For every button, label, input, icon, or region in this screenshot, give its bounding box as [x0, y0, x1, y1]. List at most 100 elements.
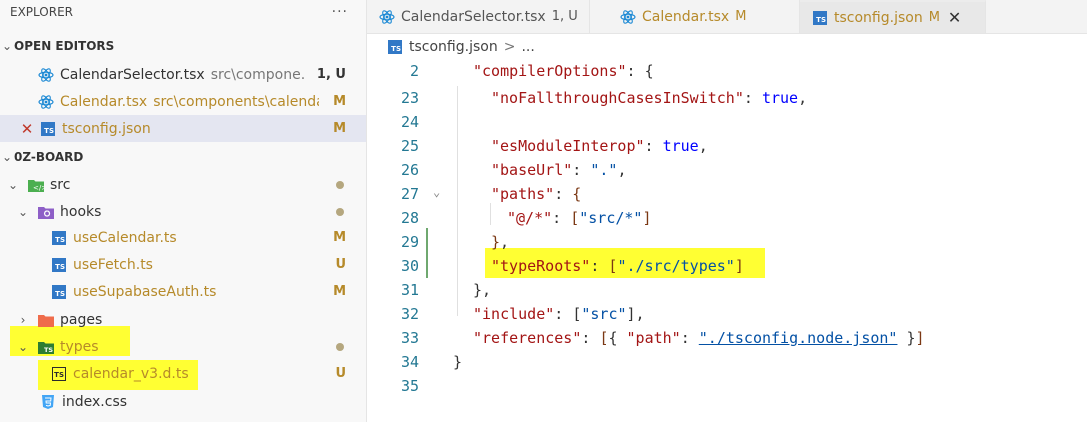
- line-number: 26: [400, 161, 419, 179]
- more-actions-icon[interactable]: ···: [332, 4, 348, 20]
- json-link-value[interactable]: "./tsconfig.node.json": [699, 329, 898, 347]
- open-editors-title: OPEN EDITORS: [14, 39, 115, 53]
- indent-guide: [490, 203, 491, 225]
- tab-status: 1, U: [551, 9, 578, 24]
- react-icon: [38, 67, 54, 83]
- git-change-indicator: [426, 228, 428, 278]
- json-key: "compilerOptions": [473, 62, 627, 80]
- tree-item-usecalendar[interactable]: TS useCalendar.ts M: [0, 224, 366, 251]
- line-number: 29: [400, 233, 419, 251]
- tree-item-label: useSupabaseAuth.ts: [73, 283, 217, 300]
- tree-item-label: useCalendar.ts: [73, 229, 177, 246]
- breadcrumb-separator: >: [503, 39, 516, 55]
- fold-chevron-icon[interactable]: ⌄: [433, 185, 440, 199]
- json-key: "esModuleInterop": [491, 137, 645, 155]
- code-line: "noFallthroughCasesInSwitch": true,: [491, 89, 808, 107]
- typescript-file-icon: TS: [51, 230, 67, 246]
- code-line: "esModuleInterop": true,: [491, 137, 708, 155]
- chevron-down-icon: ⌄: [7, 177, 19, 192]
- open-editor-label: Calendar.tsx: [60, 93, 148, 110]
- json-value: "./src/types": [617, 257, 735, 275]
- tree-item-src[interactable]: ⌄ </> src: [0, 171, 366, 198]
- tree-item-types[interactable]: ⌄ TS types: [0, 333, 366, 360]
- line-number: 30: [400, 257, 419, 275]
- code-line: "compilerOptions": {: [473, 62, 654, 80]
- tab-label: Calendar.tsx: [642, 8, 730, 25]
- modified-dot: [336, 207, 344, 216]
- tab-label: tsconfig.json: [834, 9, 923, 26]
- breadcrumb-file[interactable]: tsconfig.json: [409, 39, 498, 55]
- json-key: "path": [626, 329, 681, 347]
- css-file-icon: [40, 394, 56, 410]
- line-number: 32: [400, 305, 419, 323]
- open-editor-calendarselector[interactable]: CalendarSelector.tsx src\compone... 1, U: [0, 61, 366, 88]
- chevron-down-icon: ⌄: [17, 204, 29, 219]
- tab-calendar[interactable]: Calendar.tsx M: [590, 0, 800, 33]
- tree-item-calendar-v3[interactable]: TS calendar_v3.d.ts U: [0, 360, 366, 387]
- close-icon[interactable]: ✕: [18, 120, 36, 138]
- modified-dot: [336, 342, 344, 351]
- typescript-file-icon: TS: [51, 366, 67, 382]
- tab-status: M: [735, 9, 747, 24]
- tree-item-usefetch[interactable]: TS useFetch.ts U: [0, 251, 366, 278]
- code-line: "typeRoots": ["./src/types"]: [491, 257, 744, 275]
- open-editors-section[interactable]: ⌄ OPEN EDITORS: [0, 34, 366, 58]
- types-folder-icon: TS: [38, 339, 54, 355]
- explorer-sidebar: EXPLORER ··· ⌄ OPEN EDITORS CalendarSele…: [0, 0, 367, 422]
- tree-item-label: pages: [60, 311, 103, 328]
- chevron-down-icon: ⌄: [17, 339, 29, 354]
- json-key: "baseUrl": [491, 161, 573, 179]
- tree-item-index-css[interactable]: index.css: [0, 388, 366, 415]
- vscode-window: EXPLORER ··· ⌄ OPEN EDITORS CalendarSele…: [0, 0, 1087, 422]
- open-editor-calendar[interactable]: Calendar.tsx src\components\calendar M: [0, 88, 366, 115]
- breadcrumb-rest[interactable]: ...: [521, 39, 534, 55]
- breadcrumb: TS tsconfig.json > ...: [367, 34, 1087, 60]
- code-line: "include": ["src"],: [473, 305, 645, 323]
- tree-item-label: calendar_v3.d.ts: [73, 365, 189, 382]
- status-badge: M: [333, 284, 346, 299]
- code-line: "references": [{ "path": "./tsconfig.nod…: [473, 329, 925, 347]
- chevron-down-icon: ⌄: [1, 150, 13, 164]
- status-badge: M: [333, 94, 346, 109]
- code-line: "baseUrl": ".",: [491, 161, 627, 179]
- status-badge: M: [333, 230, 346, 245]
- code-line: "paths": {: [491, 185, 582, 203]
- tree-item-label: src: [50, 176, 71, 193]
- open-editor-label: tsconfig.json: [62, 120, 151, 137]
- project-title: 0Z-BOARD: [14, 150, 84, 164]
- json-key: "references": [473, 329, 582, 347]
- line-number: 33: [400, 329, 419, 347]
- tree-item-usesupabaseauth[interactable]: TS useSupabaseAuth.ts M: [0, 278, 366, 305]
- json-key: "typeRoots": [491, 257, 591, 275]
- code-line: },: [473, 281, 492, 299]
- line-number: 27: [400, 185, 419, 203]
- json-value: ".": [590, 161, 618, 179]
- code-line: "@/*": ["src/*"]: [507, 209, 652, 227]
- line-number: 23: [400, 89, 419, 107]
- json-key: "@/*": [507, 209, 553, 227]
- line-number: 34: [400, 353, 419, 371]
- tree-item-label: types: [60, 338, 99, 355]
- json-value: "src": [581, 305, 627, 323]
- tab-calendarselector[interactable]: CalendarSelector.tsx 1, U: [367, 0, 590, 33]
- tree-item-hooks[interactable]: ⌄ hooks: [0, 198, 366, 225]
- explorer-title: EXPLORER: [10, 5, 73, 19]
- tree-item-label: index.css: [62, 393, 128, 410]
- hooks-folder-icon: [38, 204, 54, 220]
- close-tab-icon[interactable]: ✕: [948, 8, 961, 27]
- tree-item-pages[interactable]: › pages: [0, 306, 366, 333]
- json-key: "include": [473, 305, 555, 323]
- modified-dot: [336, 180, 344, 189]
- open-editor-tsconfig[interactable]: ✕ TS tsconfig.json M: [0, 115, 366, 142]
- tree-item-label: useFetch.ts: [73, 256, 153, 273]
- pages-folder-icon: [38, 312, 54, 328]
- tab-tsconfig[interactable]: TS tsconfig.json M ✕: [800, 0, 986, 33]
- code-line: },: [491, 233, 510, 251]
- typescript-file-icon: TS: [51, 284, 67, 300]
- json-key: "noFallthroughCasesInSwitch": [491, 89, 744, 107]
- project-section[interactable]: ⌄ 0Z-BOARD: [0, 145, 366, 169]
- line-number: 28: [400, 209, 419, 227]
- tab-status: M: [928, 10, 940, 25]
- explorer-header: EXPLORER ···: [0, 0, 366, 24]
- code-line: }: [453, 353, 463, 371]
